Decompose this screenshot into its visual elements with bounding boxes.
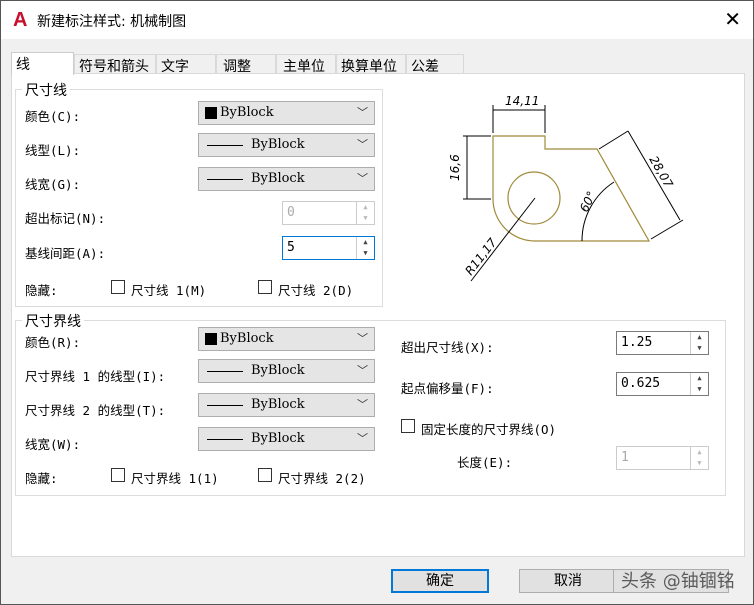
suppress-ext2-label: 尺寸界线 2(2) <box>278 471 366 486</box>
suppress-dim1-label: 尺寸线 1(M) <box>131 283 207 298</box>
extend-beyond-label: 超出尺寸线(X): <box>401 340 494 355</box>
suppress-dim2-checkbox[interactable] <box>258 280 272 294</box>
color-swatch <box>205 107 217 119</box>
ext-color-select[interactable]: ByBlock ﹀ <box>198 327 375 351</box>
tab-tolerances[interactable]: 公差 <box>406 54 464 75</box>
baseline-spacing-spinner[interactable]: 5 ▲ ▼ <box>282 236 375 260</box>
ext-lineweight-select[interactable]: ByBlock ﹀ <box>198 427 375 451</box>
cancel-button[interactable]: 取消 <box>519 569 617 593</box>
down-arrow-icon[interactable]: ▼ <box>691 458 708 469</box>
down-arrow-icon[interactable]: ▼ <box>357 248 374 259</box>
watermark: 头条 @铀锢铭 <box>621 571 735 592</box>
chevron-down-icon: ﹀ <box>357 172 368 185</box>
chevron-down-icon: ﹀ <box>357 398 368 411</box>
spinner-value: 5 <box>287 240 295 255</box>
select-value: ByBlock <box>251 363 305 378</box>
fixed-length-checkbox[interactable] <box>401 419 415 433</box>
line-sample <box>207 145 243 146</box>
dim-lineweight-select[interactable]: ByBlock ﹀ <box>198 167 375 191</box>
ext1-linetype-select[interactable]: ByBlock ﹀ <box>198 359 375 383</box>
up-arrow-icon[interactable]: ▲ <box>691 447 708 458</box>
extend-ticks-spinner[interactable]: 0 ▲ ▼ <box>282 201 375 225</box>
color-swatch <box>205 333 217 345</box>
spinner-value: 0.625 <box>621 376 661 391</box>
close-icon[interactable]: ✕ <box>724 7 741 31</box>
ext1-linetype-label: 尺寸界线 1 的线型(I): <box>25 369 166 384</box>
spinner-value: 1.25 <box>621 335 653 350</box>
extend-beyond-spinner[interactable]: 1.25 ▲ ▼ <box>616 331 709 355</box>
origin-offset-label: 起点偏移量(F): <box>401 381 494 396</box>
tab-symbols-arrows[interactable]: 符号和箭头 <box>74 54 156 75</box>
line-sample <box>207 405 243 406</box>
dim-color-select[interactable]: ByBlock ﹀ <box>198 101 375 125</box>
select-value: ByBlock <box>251 431 305 446</box>
ext2-linetype-select[interactable]: ByBlock ﹀ <box>198 393 375 417</box>
suppress-dim1-checkbox[interactable] <box>111 280 125 294</box>
autocad-logo-icon: A <box>13 9 28 31</box>
suppress-ext1-label: 尺寸界线 1(1) <box>131 471 219 486</box>
ext-suppress-label: 隐藏: <box>25 471 58 486</box>
ext2-linetype-label: 尺寸界线 2 的线型(T): <box>25 403 166 418</box>
suppress-ext1-checkbox[interactable] <box>111 468 125 482</box>
group-title: 尺寸界线 <box>22 311 84 331</box>
extend-ticks-label: 超出标记(N): <box>25 211 106 226</box>
baseline-spacing-label: 基线间距(A): <box>25 246 106 261</box>
line-sample <box>207 439 243 440</box>
tab-alternate-units[interactable]: 换算单位 <box>336 54 406 75</box>
origin-offset-spinner[interactable]: 0.625 ▲ ▼ <box>616 372 709 396</box>
length-label: 长度(E): <box>457 455 513 470</box>
select-value: ByBlock <box>251 137 305 152</box>
tab-fit[interactable]: 调整 <box>216 54 276 75</box>
tab-lines[interactable]: 线 <box>11 52 74 75</box>
chevron-down-icon: ﹀ <box>357 332 368 345</box>
color-label: 颜色(C): <box>25 109 81 124</box>
chevron-down-icon: ﹀ <box>357 364 368 377</box>
part-hole <box>507 171 561 225</box>
select-value: ByBlock <box>220 331 274 346</box>
lineweight-label: 线宽(G): <box>25 177 81 192</box>
select-value: ByBlock <box>251 171 305 186</box>
dim-linetype-select[interactable]: ByBlock ﹀ <box>198 133 375 157</box>
angle-text: 60° <box>577 189 599 214</box>
down-arrow-icon[interactable]: ▼ <box>691 343 708 354</box>
window-title: 新建标注样式: 机械制图 <box>37 14 187 30</box>
line-sample <box>207 179 243 180</box>
length-spinner[interactable]: 1 ▲ ▼ <box>616 446 709 470</box>
down-arrow-icon[interactable]: ▼ <box>357 213 374 224</box>
spinner-value: 0 <box>287 205 295 220</box>
dim-right-text: 28,07 <box>646 154 675 191</box>
fixed-length-label: 固定长度的尺寸界线(O) <box>421 422 557 437</box>
tab-text[interactable]: 文字 <box>156 54 216 75</box>
title-bar: A 新建标注样式: 机械制图 ✕ <box>1 1 753 39</box>
dialog-window: A 新建标注样式: 机械制图 ✕ 线 符号和箭头 文字 调整 主单位 换算单位 … <box>0 0 754 605</box>
up-arrow-icon[interactable]: ▲ <box>357 237 374 248</box>
suppress-dim2-label: 尺寸线 2(D) <box>278 283 354 298</box>
suppress-ext2-checkbox[interactable] <box>258 468 272 482</box>
linetype-label: 线型(L): <box>25 143 81 158</box>
spinner-value: 1 <box>621 450 629 465</box>
dim-top-text: 14,11 <box>505 94 539 108</box>
line-sample <box>207 371 243 372</box>
suppress-label: 隐藏: <box>25 283 58 298</box>
tab-primary-units[interactable]: 主单位 <box>276 54 336 75</box>
up-arrow-icon[interactable]: ▲ <box>357 202 374 213</box>
dim-left-text: 16,6 <box>448 154 462 181</box>
ext-color-label: 颜色(R): <box>25 335 81 350</box>
down-arrow-icon[interactable]: ▼ <box>691 384 708 395</box>
group-title: 尺寸线 <box>22 80 70 100</box>
up-arrow-icon[interactable]: ▲ <box>691 332 708 343</box>
select-value: ByBlock <box>220 105 274 120</box>
ok-button[interactable]: 确定 <box>391 569 489 593</box>
select-value: ByBlock <box>251 397 305 412</box>
radius-text: R11,17 <box>462 235 500 278</box>
part-outline <box>492 135 651 242</box>
up-arrow-icon[interactable]: ▲ <box>691 373 708 384</box>
chevron-down-icon: ﹀ <box>357 138 368 151</box>
dimension-preview: 14,11 16,6 28,07 60° R11,17 <box>448 94 684 282</box>
chevron-down-icon: ﹀ <box>357 106 368 119</box>
ext-lineweight-label: 线宽(W): <box>25 437 81 452</box>
chevron-down-icon: ﹀ <box>357 432 368 445</box>
